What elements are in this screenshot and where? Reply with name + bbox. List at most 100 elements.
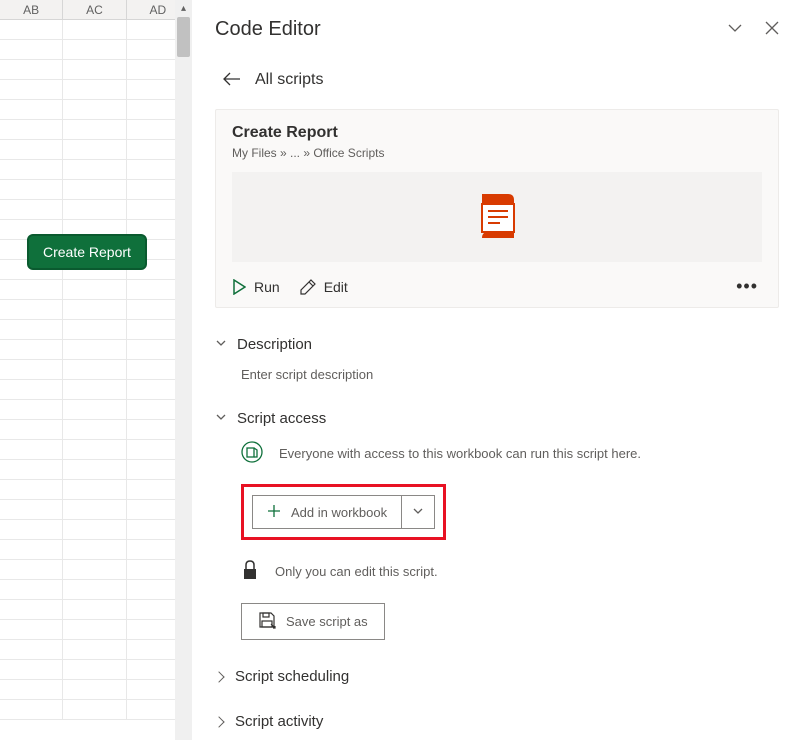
save-icon	[258, 611, 276, 632]
cell[interactable]	[63, 500, 126, 519]
cell[interactable]	[63, 360, 126, 379]
cell[interactable]	[0, 380, 63, 399]
cell[interactable]	[0, 400, 63, 419]
cell[interactable]	[0, 620, 63, 639]
script-scheduling-header[interactable]: Script scheduling	[215, 668, 779, 685]
script-access-header[interactable]: Script access	[215, 410, 779, 427]
cell[interactable]	[0, 460, 63, 479]
add-in-workbook-label: Add in workbook	[291, 505, 387, 520]
cell[interactable]	[0, 20, 63, 39]
cell[interactable]	[63, 60, 126, 79]
cell[interactable]	[0, 280, 63, 299]
script-access-section: Script access Everyone with access to th…	[215, 410, 779, 640]
cell[interactable]	[63, 140, 126, 159]
cell[interactable]	[0, 600, 63, 619]
create-report-button[interactable]: Create Report	[27, 234, 147, 270]
cell[interactable]	[0, 300, 63, 319]
back-row[interactable]: All scripts	[215, 53, 779, 109]
column-headers: AB AC AD	[0, 0, 190, 20]
cell[interactable]	[63, 700, 126, 719]
cell[interactable]	[0, 700, 63, 719]
breadcrumb: My Files » ... » Office Scripts	[232, 146, 762, 160]
cell[interactable]	[63, 80, 126, 99]
cell[interactable]	[0, 340, 63, 359]
col-header-ac[interactable]: AC	[63, 0, 126, 19]
cell[interactable]	[63, 40, 126, 59]
cell[interactable]	[63, 280, 126, 299]
cell[interactable]	[0, 80, 63, 99]
cell[interactable]	[0, 100, 63, 119]
cell[interactable]	[63, 660, 126, 679]
run-button[interactable]: Run	[232, 279, 280, 295]
activity-title: Script activity	[235, 713, 323, 730]
edit-button[interactable]: Edit	[300, 279, 348, 295]
description-placeholder[interactable]: Enter script description	[241, 367, 373, 382]
scheduling-title: Script scheduling	[235, 668, 349, 685]
script-access-title: Script access	[237, 410, 326, 427]
cell[interactable]	[63, 400, 126, 419]
cell[interactable]	[63, 600, 126, 619]
cell[interactable]	[0, 320, 63, 339]
cell[interactable]	[63, 620, 126, 639]
cell[interactable]	[0, 540, 63, 559]
cell[interactable]	[0, 60, 63, 79]
scroll-up-icon[interactable]: ▴	[175, 0, 192, 17]
cell[interactable]	[63, 540, 126, 559]
cell[interactable]	[63, 480, 126, 499]
cell[interactable]	[0, 200, 63, 219]
cell[interactable]	[0, 680, 63, 699]
cell[interactable]	[63, 680, 126, 699]
highlight-box: Add in workbook	[241, 484, 446, 540]
cell[interactable]	[63, 180, 126, 199]
cell[interactable]	[0, 40, 63, 59]
cell[interactable]	[63, 440, 126, 459]
cell[interactable]	[63, 300, 126, 319]
cell[interactable]	[0, 520, 63, 539]
cell[interactable]	[63, 380, 126, 399]
cell[interactable]	[63, 20, 126, 39]
plus-icon	[267, 504, 281, 521]
cell[interactable]	[0, 120, 63, 139]
run-label: Run	[254, 279, 280, 295]
close-icon[interactable]	[765, 21, 779, 38]
cell[interactable]	[0, 580, 63, 599]
cell[interactable]	[63, 200, 126, 219]
cell[interactable]	[0, 640, 63, 659]
cell[interactable]	[63, 340, 126, 359]
cell[interactable]	[0, 560, 63, 579]
scrollbar[interactable]: ▴	[175, 0, 192, 740]
cell[interactable]	[0, 420, 63, 439]
script-activity-header[interactable]: Script activity	[215, 713, 779, 730]
description-header[interactable]: Description	[215, 336, 779, 353]
add-in-workbook-button[interactable]: Add in workbook	[252, 495, 435, 529]
cell[interactable]	[63, 640, 126, 659]
cell[interactable]	[0, 160, 63, 179]
col-header-ab[interactable]: AB	[0, 0, 63, 19]
cell[interactable]	[0, 360, 63, 379]
cell[interactable]	[63, 100, 126, 119]
cell[interactable]	[0, 660, 63, 679]
cell[interactable]	[63, 520, 126, 539]
cell[interactable]	[0, 180, 63, 199]
cell[interactable]	[63, 560, 126, 579]
save-script-as-button[interactable]: Save script as	[241, 603, 385, 640]
scroll-thumb[interactable]	[177, 17, 190, 57]
script-name: Create Report	[232, 124, 762, 142]
cell[interactable]	[63, 460, 126, 479]
cell[interactable]	[0, 480, 63, 499]
cell[interactable]	[0, 440, 63, 459]
more-button[interactable]: •••	[732, 276, 762, 297]
cell[interactable]	[63, 120, 126, 139]
cell[interactable]	[63, 160, 126, 179]
add-dropdown[interactable]	[401, 496, 434, 528]
collapse-icon[interactable]	[727, 20, 743, 39]
cell[interactable]	[63, 320, 126, 339]
only-you-text: Only you can edit this script.	[275, 564, 438, 579]
cell[interactable]	[63, 580, 126, 599]
chevron-down-icon	[412, 505, 424, 520]
cell[interactable]	[63, 420, 126, 439]
script-scheduling-section: Script scheduling	[215, 668, 779, 685]
cell[interactable]	[0, 500, 63, 519]
cell[interactable]	[0, 140, 63, 159]
script-preview	[232, 172, 762, 262]
